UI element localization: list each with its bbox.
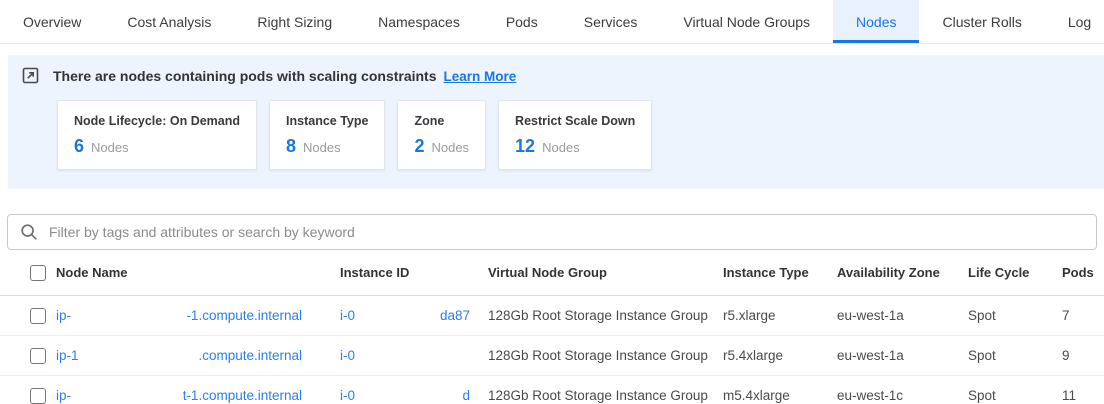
node-name-fragment-start: ip-: [56, 388, 71, 403]
card-unit: Nodes: [303, 140, 341, 155]
filter-search-box[interactable]: [7, 214, 1097, 250]
column-header-life-cycle[interactable]: Life Cycle: [968, 265, 1062, 280]
availability-zone-cell: eu-west-1a: [837, 308, 968, 323]
tab-cluster-rolls[interactable]: Cluster Rolls: [919, 0, 1044, 43]
life-cycle-cell: Spot: [968, 348, 1062, 363]
column-header-node-name[interactable]: Node Name: [56, 265, 340, 280]
card-unit: Nodes: [91, 140, 129, 155]
virtual-node-group-cell: 128Gb Root Storage Instance Group: [488, 308, 723, 323]
card-count: 6: [74, 136, 84, 157]
instance-id-fragment-start: i-0: [340, 348, 355, 363]
instance-type-cell: m5.4xlarge: [723, 388, 837, 403]
card-title: Restrict Scale Down: [515, 114, 635, 128]
card-value: 2 Nodes: [414, 136, 469, 157]
scaling-constraints-banner: There are nodes containing pods with sca…: [8, 55, 1104, 189]
banner-header: There are nodes containing pods with sca…: [22, 67, 1090, 85]
card-restrict-scale-down[interactable]: Restrict Scale Down 12 Nodes: [498, 100, 652, 170]
card-count: 12: [515, 136, 535, 157]
row-checkbox[interactable]: [30, 348, 46, 364]
card-instance-type[interactable]: Instance Type 8 Nodes: [269, 100, 385, 170]
tab-nodes[interactable]: Nodes: [833, 0, 919, 43]
row-checkbox[interactable]: [30, 308, 46, 324]
tab-right-sizing[interactable]: Right Sizing: [234, 0, 355, 43]
table-row: ip- t-1.compute.internal i-0 d 128Gb Roo…: [0, 376, 1104, 404]
column-header-instance-type[interactable]: Instance Type: [723, 265, 837, 280]
instance-id-link[interactable]: i-0: [340, 348, 488, 363]
card-count: 2: [414, 136, 424, 157]
card-title: Node Lifecycle: On Demand: [74, 114, 240, 128]
node-name-fragment-end: t-1.compute.internal: [183, 388, 302, 403]
card-zone[interactable]: Zone 2 Nodes: [397, 100, 486, 170]
tab-overview[interactable]: Overview: [0, 0, 104, 43]
table-row: ip-1 .compute.internal i-0 128Gb Root St…: [0, 336, 1104, 376]
scaling-constraint-icon: [22, 67, 40, 85]
tab-log[interactable]: Log: [1045, 0, 1104, 43]
cluster-tab-bar: Overview Cost Analysis Right Sizing Name…: [0, 0, 1104, 44]
select-all-checkbox[interactable]: [30, 265, 46, 281]
instance-id-fragment-end: d: [462, 388, 470, 403]
tab-services[interactable]: Services: [561, 0, 661, 43]
constraint-cards: Node Lifecycle: On Demand 6 Nodes Instan…: [57, 100, 1090, 170]
learn-more-link[interactable]: Learn More: [444, 69, 517, 84]
nodes-table: Node Name Instance ID Virtual Node Group…: [0, 250, 1104, 404]
instance-id-fragment-end: da87: [440, 308, 470, 323]
nodes-page: Overview Cost Analysis Right Sizing Name…: [0, 0, 1104, 404]
card-node-lifecycle-on-demand[interactable]: Node Lifecycle: On Demand 6 Nodes: [57, 100, 257, 170]
node-name-fragment-start: ip-: [56, 308, 71, 323]
column-header-availability-zone[interactable]: Availability Zone: [837, 265, 968, 280]
table-header-row: Node Name Instance ID Virtual Node Group…: [0, 250, 1104, 296]
tab-virtual-node-groups[interactable]: Virtual Node Groups: [660, 0, 833, 43]
availability-zone-cell: eu-west-1c: [837, 388, 968, 403]
pods-cell: 9: [1062, 348, 1104, 363]
node-name-link[interactable]: ip-1 .compute.internal: [56, 348, 340, 363]
virtual-node-group-cell: 128Gb Root Storage Instance Group: [488, 388, 723, 403]
search-icon: [20, 223, 39, 242]
node-name-fragment-end: .compute.internal: [198, 348, 302, 363]
filter-search-input[interactable]: [49, 224, 1084, 240]
tab-pods[interactable]: Pods: [483, 0, 561, 43]
life-cycle-cell: Spot: [968, 308, 1062, 323]
row-checkbox[interactable]: [30, 388, 46, 404]
banner-message: There are nodes containing pods with sca…: [53, 68, 437, 84]
instance-id-fragment-start: i-0: [340, 388, 355, 403]
card-count: 8: [286, 136, 296, 157]
node-name-link[interactable]: ip- t-1.compute.internal: [56, 388, 340, 403]
card-title: Instance Type: [286, 114, 368, 128]
column-header-pods[interactable]: Pods: [1062, 265, 1104, 280]
instance-id-fragment-start: i-0: [340, 308, 355, 323]
tab-namespaces[interactable]: Namespaces: [355, 0, 483, 43]
node-name-fragment-start: ip-1: [56, 348, 79, 363]
column-header-virtual-node-group[interactable]: Virtual Node Group: [488, 265, 723, 280]
pods-cell: 11: [1062, 388, 1104, 403]
instance-id-link[interactable]: i-0 d: [340, 388, 488, 403]
table-row: ip- -1.compute.internal i-0 da87 128Gb R…: [0, 296, 1104, 336]
column-header-instance-id[interactable]: Instance ID: [340, 265, 488, 280]
card-value: 6 Nodes: [74, 136, 240, 157]
instance-id-link[interactable]: i-0 da87: [340, 308, 488, 323]
availability-zone-cell: eu-west-1a: [837, 348, 968, 363]
card-value: 12 Nodes: [515, 136, 635, 157]
node-name-fragment-end: -1.compute.internal: [186, 308, 302, 323]
pods-cell: 7: [1062, 308, 1104, 323]
card-unit: Nodes: [542, 140, 580, 155]
instance-type-cell: r5.4xlarge: [723, 348, 837, 363]
tab-cost-analysis[interactable]: Cost Analysis: [104, 0, 234, 43]
card-title: Zone: [414, 114, 469, 128]
card-value: 8 Nodes: [286, 136, 368, 157]
virtual-node-group-cell: 128Gb Root Storage Instance Group: [488, 348, 723, 363]
life-cycle-cell: Spot: [968, 388, 1062, 403]
node-name-link[interactable]: ip- -1.compute.internal: [56, 308, 340, 323]
card-unit: Nodes: [431, 140, 469, 155]
instance-type-cell: r5.xlarge: [723, 308, 837, 323]
